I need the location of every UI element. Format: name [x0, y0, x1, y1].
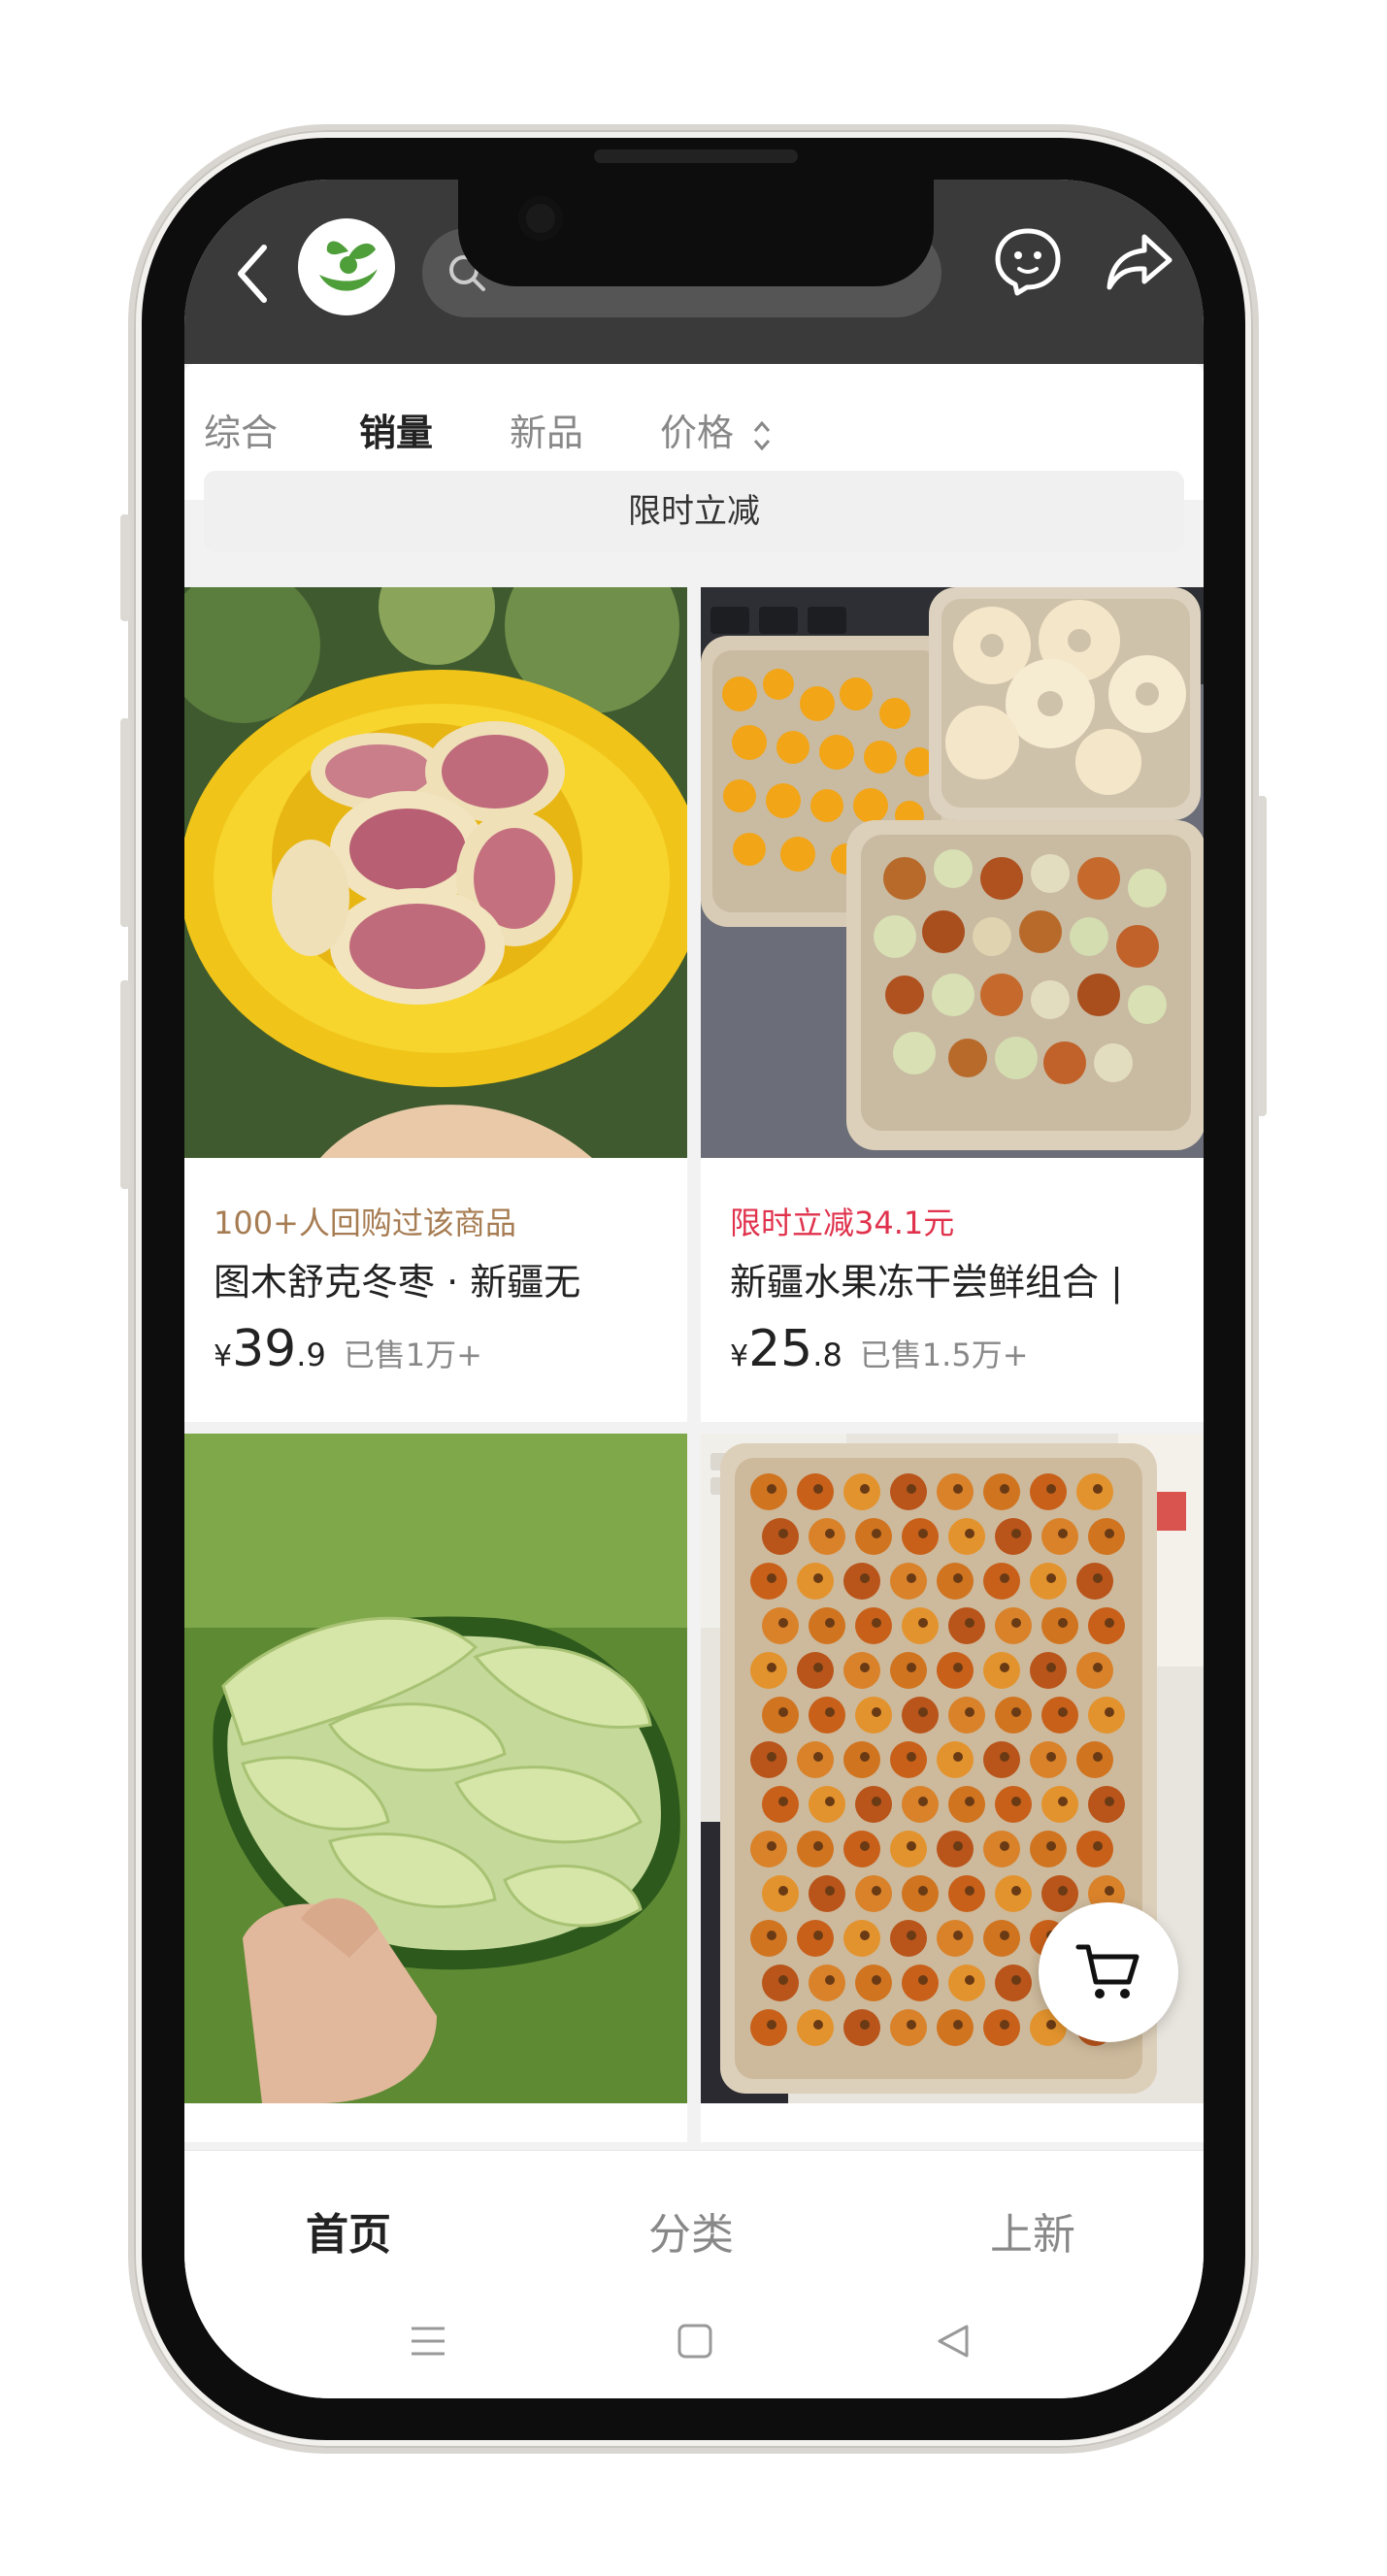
currency-symbol: ¥ — [730, 1339, 749, 1373]
screen: 综合 销量 新品 价格 限时立减 100+人回购过该商品 图木舒克冬枣 · 新疆… — [184, 180, 1204, 2398]
limited-discount-bar[interactable]: 限时立减 — [204, 471, 1184, 552]
tab-new[interactable]: 新品 — [510, 403, 583, 456]
chat-bubble-icon — [995, 228, 1061, 296]
shopping-cart-icon — [1075, 1944, 1139, 1998]
product-promo-text: 100+人回购过该商品 — [214, 1205, 516, 1241]
camera-notch — [458, 146, 934, 286]
product-promo-text: 限时立减34.1元 — [730, 1205, 955, 1241]
product-title: 图木舒克冬枣 · 新疆无 — [214, 1261, 581, 1304]
home-square-icon[interactable] — [675, 2321, 715, 2361]
tab-sales[interactable]: 销量 — [359, 403, 433, 456]
product-image — [184, 1434, 687, 2103]
nav-home[interactable]: 首页 — [306, 2199, 391, 2262]
product-title: 新疆水果冻干尝鲜组合 | — [730, 1261, 1123, 1304]
share-button[interactable] — [1102, 223, 1177, 299]
price-decimal: .9 — [296, 1337, 326, 1373]
price-integer: 25 — [748, 1320, 813, 1378]
nav-category[interactable]: 分类 — [648, 2199, 734, 2262]
menu-icon[interactable] — [408, 2321, 448, 2361]
share-arrow-icon — [1106, 234, 1172, 290]
back-button[interactable] — [233, 240, 272, 308]
currency-symbol: ¥ — [214, 1339, 233, 1373]
sold-count: 已售1.5万+ — [859, 1337, 1029, 1373]
price-decimal: .8 — [812, 1337, 842, 1373]
product-image — [184, 587, 687, 1158]
bottom-navigation: 首页 分类 上新 — [184, 2150, 1204, 2398]
volume-down-button — [120, 980, 130, 1189]
product-card[interactable] — [184, 1434, 687, 2142]
front-camera — [518, 196, 563, 241]
tab-comprehensive[interactable]: 综合 — [204, 403, 278, 456]
tab-price[interactable]: 价格 — [660, 403, 773, 456]
earpiece-speaker — [594, 149, 798, 163]
product-image — [701, 587, 1204, 1158]
cart-button[interactable] — [1039, 1902, 1178, 2042]
sold-count: 已售1万+ — [343, 1337, 482, 1373]
tab-price-label: 价格 — [660, 412, 735, 454]
sort-updown-icon — [753, 420, 771, 450]
price-integer: 39 — [232, 1320, 297, 1378]
product-price: ¥25.8 已售1.5万+ — [730, 1320, 1029, 1378]
product-price: ¥39.9 已售1万+ — [214, 1320, 482, 1378]
product-card[interactable]: 100+人回购过该商品 图木舒克冬枣 · 新疆无 ¥39.9 已售1万+ — [184, 587, 687, 1422]
leaf-logo-icon — [300, 220, 393, 314]
mute-switch — [120, 514, 130, 621]
product-card[interactable]: 限时立减34.1元 新疆水果冻干尝鲜组合 | ¥25.8 已售1.5万+ — [701, 587, 1204, 1422]
back-triangle-icon[interactable] — [934, 2321, 974, 2361]
nav-new-arrivals[interactable]: 上新 — [990, 2199, 1075, 2262]
chevron-left-icon — [238, 245, 267, 303]
volume-up-button — [120, 718, 130, 927]
shop-logo[interactable] — [298, 218, 395, 315]
customer-service-button[interactable] — [990, 223, 1066, 299]
power-button — [1257, 796, 1267, 1116]
